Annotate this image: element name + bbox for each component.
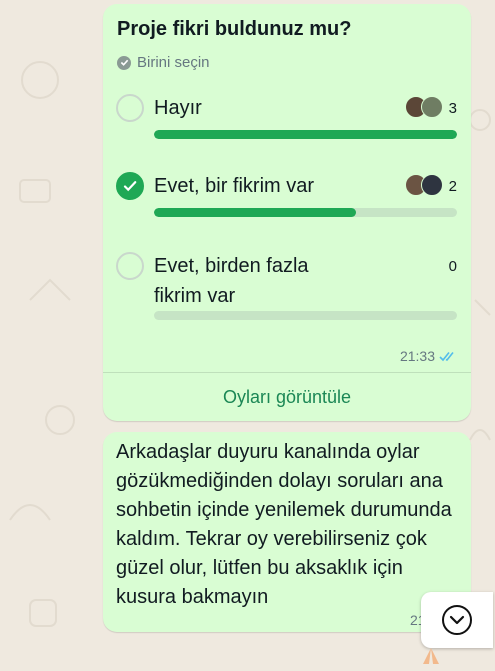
- option-radio[interactable]: [116, 94, 144, 122]
- avatar: [421, 174, 443, 196]
- scroll-to-bottom-button[interactable]: [421, 592, 493, 648]
- option-radio[interactable]: [116, 252, 144, 280]
- poll-question: Proje fikri buldunuz mu?: [117, 18, 352, 40]
- poll-hint-text: Birini seçin: [137, 54, 210, 71]
- vote-bar-fill: [154, 208, 357, 217]
- check-circle-icon: [117, 55, 131, 70]
- poll-timestamp: 21:33: [400, 348, 457, 364]
- vote-bar-fill: [154, 130, 457, 139]
- avatar: [421, 96, 443, 118]
- vote-count: 2: [448, 178, 457, 195]
- poll-option-evet-birden-fazla[interactable]: Evet, birden fazla fikrim var 0: [103, 248, 471, 328]
- poll-hint: Birini seçin: [117, 54, 210, 71]
- check-icon: [123, 181, 137, 192]
- double-check-icon: [439, 351, 454, 361]
- poll-time: 21:33: [399, 348, 435, 364]
- chevron-down-icon: [442, 605, 472, 635]
- vote-bar: [154, 130, 457, 139]
- voter-avatars[interactable]: [405, 174, 443, 196]
- praying-hands-icon[interactable]: [420, 646, 444, 666]
- vote-bar: [154, 208, 457, 217]
- vote-count: 3: [448, 100, 457, 117]
- poll-option-evet-bir-fikrim[interactable]: Evet, bir fikrim var 2: [103, 168, 471, 228]
- option-radio-checked[interactable]: [116, 172, 144, 200]
- message-text: Arkadaşlar duyuru kanalında oylar gözükm…: [116, 441, 452, 608]
- option-label: Hayır: [154, 97, 202, 119]
- option-label: Evet, bir fikrim var: [154, 175, 315, 197]
- poll-bubble: Proje fikri buldunuz mu? Birini seçin Ha…: [103, 4, 471, 421]
- message-bubble: Arkadaşlar duyuru kanalında oylar gözükm…: [103, 432, 471, 632]
- view-votes-button[interactable]: Oyları görüntüle: [103, 373, 471, 421]
- vote-bar: [154, 311, 457, 320]
- voter-avatars[interactable]: [405, 96, 443, 118]
- vote-count: 0: [448, 258, 457, 275]
- option-label: Evet, birden fazla fikrim var: [154, 255, 309, 307]
- poll-option-hayir[interactable]: Hayır 3: [103, 90, 471, 150]
